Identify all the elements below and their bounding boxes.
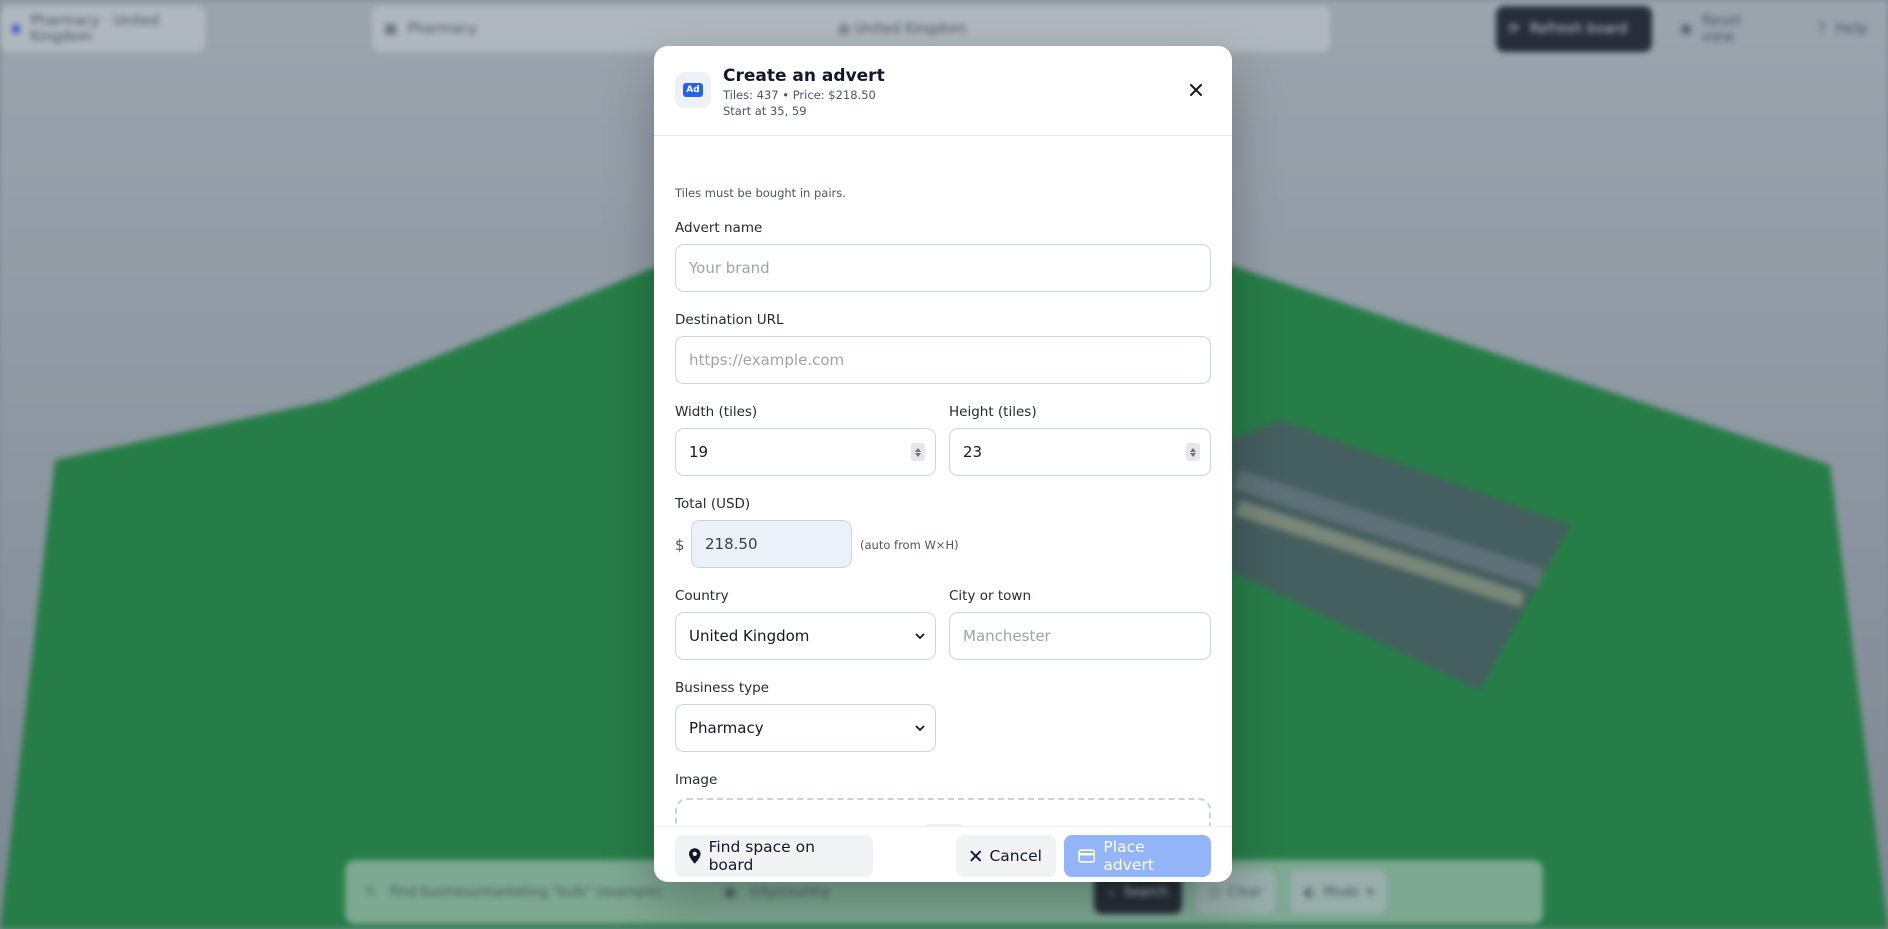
place-advert-label: Place advert: [1103, 838, 1154, 874]
currency-symbol: $: [675, 536, 685, 554]
chevron-down-icon: [915, 633, 925, 640]
destination-url-input[interactable]: https://example.com: [675, 336, 1211, 384]
country-selected: United Kingdom: [689, 627, 810, 645]
city-label: City or town: [949, 588, 1032, 604]
modal-start-position: Start at 35, 59: [723, 104, 807, 118]
total-label: Total (USD): [675, 496, 751, 512]
country-select[interactable]: United Kingdom: [675, 612, 936, 660]
total-field: 218.50: [691, 520, 852, 568]
height-spin-icon[interactable]: [1186, 443, 1200, 461]
width-value: 19: [689, 443, 709, 461]
city-input[interactable]: Manchester: [949, 612, 1211, 660]
ad-badge-text: Ad: [683, 83, 703, 97]
modal-title: Create an advert: [723, 66, 885, 86]
find-space-label: Find space on board: [708, 838, 815, 874]
card-icon: [1078, 849, 1096, 863]
destination-url-label: Destination URL: [675, 312, 784, 328]
country-label: Country: [675, 588, 729, 604]
x-icon: [970, 850, 982, 862]
total-hint: (auto from W×H): [860, 538, 959, 552]
close-button[interactable]: [1182, 76, 1210, 104]
image-label: Image: [675, 772, 718, 788]
height-label: Height (tiles): [949, 404, 1037, 420]
width-spin-icon[interactable]: [911, 443, 925, 461]
image-dropzone[interactable]: [675, 798, 1211, 826]
map-pin-icon: [689, 848, 701, 864]
place-advert-button[interactable]: Place advert: [1064, 835, 1211, 877]
create-advert-modal: Ad Create an advert Tiles: 437 • Price: …: [654, 46, 1232, 882]
ad-icon: Ad: [675, 72, 711, 108]
advert-name-label: Advert name: [675, 220, 763, 236]
modal-footer: Find space on board Cancel Place advert: [654, 826, 1232, 882]
modal-body: Tiles must be bought in pairs. Advert na…: [675, 136, 1211, 826]
city-placeholder: Manchester: [963, 627, 1051, 645]
advert-name-placeholder: Your brand: [689, 259, 770, 277]
find-space-button[interactable]: Find space on board: [675, 835, 873, 877]
width-label: Width (tiles): [675, 404, 758, 420]
height-value: 23: [963, 443, 983, 461]
business-type-selected: Pharmacy: [689, 719, 764, 737]
modal-summary: Tiles: 437 • Price: $218.50: [723, 88, 876, 102]
business-type-select[interactable]: Pharmacy: [675, 704, 936, 752]
chevron-down-icon: [915, 725, 925, 732]
total-value: 218.50: [705, 535, 758, 553]
height-stepper[interactable]: 23: [949, 428, 1211, 476]
advert-name-input[interactable]: Your brand: [675, 244, 1211, 292]
destination-url-placeholder: https://example.com: [689, 351, 845, 369]
close-icon: [1190, 84, 1202, 96]
modal-header: Ad Create an advert Tiles: 437 • Price: …: [654, 46, 1232, 136]
pairs-note: Tiles must be bought in pairs.: [675, 186, 846, 200]
cancel-button[interactable]: Cancel: [956, 835, 1056, 877]
business-type-label: Business type: [675, 680, 769, 696]
cancel-label: Cancel: [989, 847, 1042, 865]
width-stepper[interactable]: 19: [675, 428, 936, 476]
